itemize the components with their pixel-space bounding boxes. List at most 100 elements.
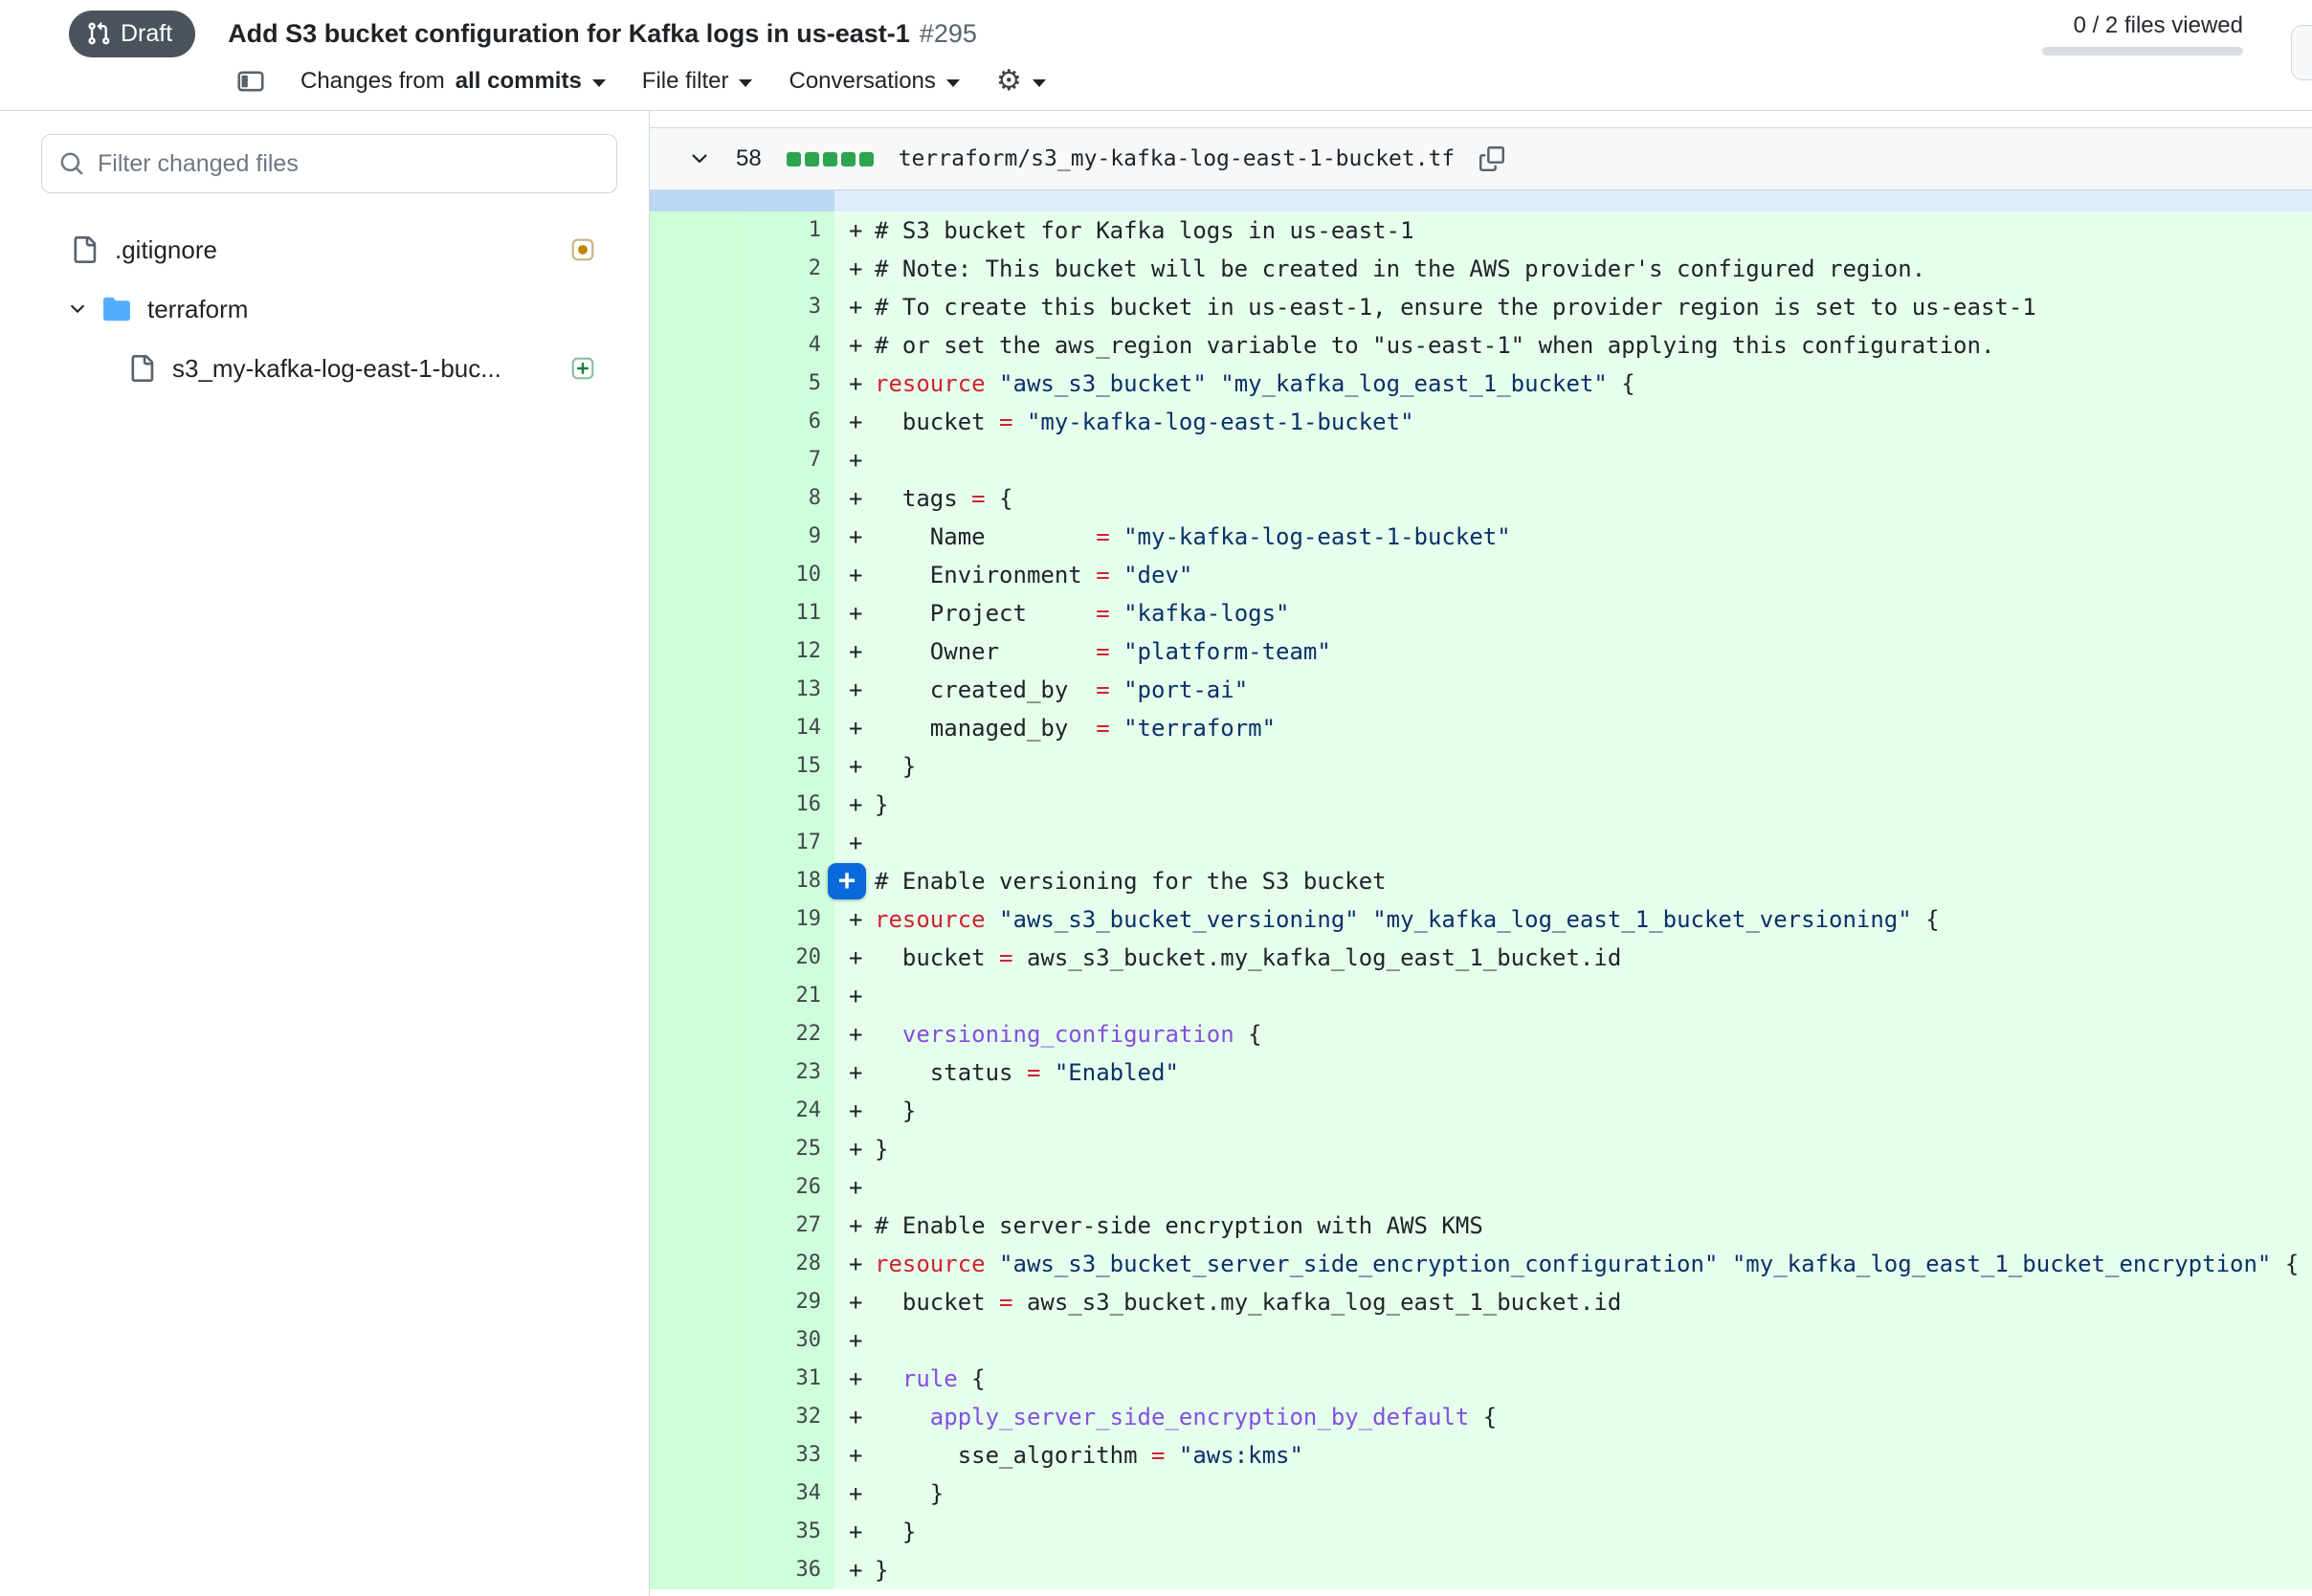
files-changed-content: .gitignore terraform [0,111,2312,1596]
code-token: # To create this bucket in us-east-1, en… [875,294,2036,321]
new-line-number[interactable]: 30 [742,1321,834,1360]
changes-from-dropdown[interactable]: Changes from all commits [300,68,606,95]
modified-file-icon [570,237,595,262]
files-viewed-indicator: 0 / 2 files viewed [2042,12,2243,55]
new-line-number[interactable]: 11 [742,594,834,632]
addition-marker: + [834,250,875,288]
new-line-number[interactable]: 4 [742,326,834,365]
new-line-number[interactable]: 27 [742,1207,834,1245]
diff-settings-dropdown[interactable]: ⚙ [996,67,1046,96]
old-line-number [650,250,742,288]
new-line-number[interactable]: 23 [742,1053,834,1092]
new-line-number[interactable]: 1 [742,211,834,250]
code-content: rule { [875,1360,2312,1398]
addition-marker: + [834,211,875,250]
hunk-body [834,190,2312,211]
new-line-number[interactable]: 3 [742,288,834,326]
draft-status-badge: Draft [69,11,195,57]
toggle-sidebar-button[interactable] [237,68,264,95]
new-line-number[interactable]: 34 [742,1474,834,1513]
pull-request-icon [86,21,111,46]
code-token: bucket [875,1289,999,1316]
new-line-number[interactable]: 19 [742,900,834,939]
tree-item-s3-bucket-file[interactable]: s3_my-kafka-log-east-1-buc... [0,339,649,398]
new-line-number[interactable]: 28 [742,1245,834,1283]
addition-marker: + [834,1053,875,1092]
new-line-number[interactable]: 10 [742,556,834,594]
addition-marker: + [834,556,875,594]
new-line-number[interactable]: 2 [742,250,834,288]
new-line-number[interactable]: 26 [742,1168,834,1207]
new-line-number[interactable]: 32 [742,1398,834,1436]
code-token [986,906,999,933]
copy-file-path-button[interactable] [1479,146,1504,171]
code-token: = [999,944,1012,971]
collapse-file-button[interactable] [688,147,711,170]
review-changes-button[interactable]: R [2291,25,2312,80]
code-token: { [986,485,1013,512]
new-line-number[interactable]: 22 [742,1015,834,1053]
code-token: = [1096,676,1109,703]
files-viewed-text: 0 / 2 files viewed [2074,12,2243,39]
diff-file-name-link[interactable]: terraform/s3_my-kafka-log-east-1-bucket.… [899,146,1456,171]
tree-item-gitignore[interactable]: .gitignore [0,220,649,279]
new-line-number[interactable]: 9 [742,518,834,556]
code-token [1110,638,1123,665]
code-token: created_by [875,676,1096,703]
code-token: "terraform" [1123,715,1276,742]
new-line-number[interactable]: 21 [742,977,834,1015]
new-line-number[interactable]: 7 [742,441,834,479]
new-line-number[interactable]: 14 [742,709,834,747]
new-line-number[interactable]: 29 [742,1283,834,1321]
new-line-number[interactable]: 15 [742,747,834,786]
changes-from-value: all commits [456,68,582,95]
new-line-number[interactable]: 33 [742,1436,834,1474]
new-line-number[interactable]: 25 [742,1130,834,1168]
file-filter-dropdown[interactable]: File filter [642,68,753,95]
diff-stat-block [787,152,801,166]
old-line-number [650,671,742,709]
new-line-number[interactable]: 17 [742,824,834,862]
new-line-number[interactable]: 31 [742,1360,834,1398]
add-line-comment-button[interactable]: + [828,863,866,899]
tree-item-terraform-folder[interactable]: terraform [0,279,649,339]
diff-line-17: 17+ [650,824,2312,862]
code-content: resource "aws_s3_bucket" "my_kafka_log_e… [875,365,2312,403]
addition-marker: + [834,709,875,747]
old-line-number [650,518,742,556]
chevron-down-icon [688,147,711,170]
code-content: } [875,1092,2312,1130]
new-line-number[interactable]: 13 [742,671,834,709]
new-line-number[interactable]: 36 [742,1551,834,1589]
diff-stat-block [805,152,819,166]
code-token: "my-kafka-log-east-1-bucket" [1027,409,1414,435]
code-token: Name [875,523,1096,550]
diff-panel: 5 8 terraform/s3_my-kafka-log-east-1-buck… [650,111,2312,1596]
new-line-number[interactable]: 8 [742,479,834,518]
code-token: resource [875,1251,986,1277]
code-token [1110,562,1123,588]
new-line-number[interactable]: 5 [742,365,834,403]
code-content: } [875,747,2312,786]
code-content: sse_algorithm = "aws:kms" [875,1436,2312,1474]
addition-marker: + [834,1398,875,1436]
code-token: resource [875,906,986,933]
code-content: Owner = "platform-team" [875,632,2312,671]
code-content: Name = "my-kafka-log-east-1-bucket" [875,518,2312,556]
old-line-number [650,709,742,747]
code-token: tags [875,485,971,512]
addition-marker: + [834,632,875,671]
copy-icon [1479,146,1504,171]
new-line-number[interactable]: 18 [742,862,834,900]
new-line-number[interactable]: 16 [742,786,834,824]
new-line-number[interactable]: 6 [742,403,834,441]
filter-changed-files-input[interactable] [98,150,599,178]
old-line-number [650,1283,742,1321]
old-line-number [650,747,742,786]
conversations-dropdown[interactable]: Conversations [789,68,959,95]
diff-line-15: 15+ } [650,747,2312,786]
new-line-number[interactable]: 12 [742,632,834,671]
new-line-number[interactable]: 35 [742,1513,834,1551]
new-line-number[interactable]: 24 [742,1092,834,1130]
new-line-number[interactable]: 20 [742,939,834,977]
